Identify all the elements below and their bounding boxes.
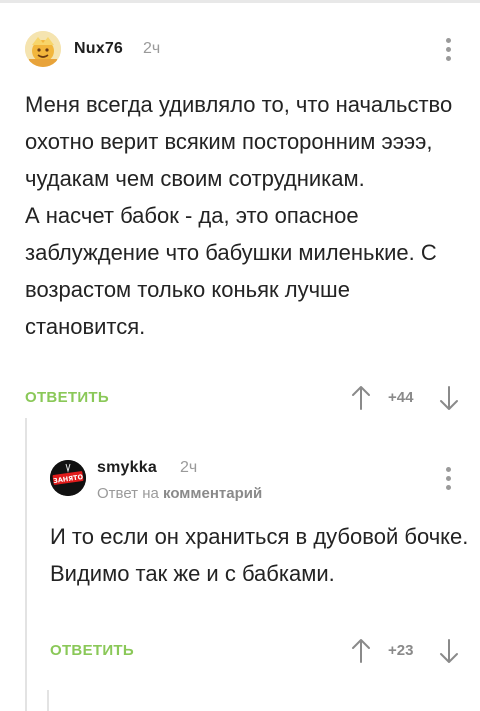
- top-divider: [0, 0, 480, 3]
- comment-paragraph: Меня всегда удивляло то, что начальство …: [25, 92, 453, 191]
- downvote-arrow-icon[interactable]: [438, 638, 460, 664]
- downvote-arrow-icon[interactable]: [438, 385, 460, 411]
- more-options-icon[interactable]: [441, 37, 455, 63]
- comment-username[interactable]: smykka: [97, 459, 157, 477]
- busy-sign-avatar-icon: ЗАНЯТО: [50, 460, 86, 496]
- comment-reply: ЗАНЯТО smykka 2ч Ответ на комментарий И …: [0, 445, 480, 675]
- reply-to-link[interactable]: комментарий: [163, 485, 262, 502]
- comment-rating: +23: [388, 642, 414, 659]
- upvote-arrow-icon[interactable]: [350, 638, 372, 664]
- comment-time: 2ч: [180, 459, 198, 476]
- comment-text: Меня всегда удивляло то, что начальство …: [25, 86, 465, 345]
- comment-paragraph: И то если он храниться в дубовой бочке.: [50, 524, 469, 549]
- comment: Nux76 2ч Меня всегда удивляло то, что на…: [0, 28, 480, 423]
- comment-paragraph: Видимо так же и с бабками.: [50, 561, 335, 586]
- comment-rating: +44: [388, 389, 414, 406]
- reply-to-info: Ответ на комментарий: [97, 485, 262, 502]
- user-avatar[interactable]: [25, 31, 61, 67]
- comment-text: И то если он храниться в дубовой бочке. …: [50, 518, 470, 592]
- smiling-sun-avatar-icon: [25, 31, 61, 67]
- reply-to-prefix: Ответ на: [97, 485, 159, 502]
- comment-paragraph: А насчет бабок - да, это опасное заблужд…: [25, 203, 437, 339]
- reply-button[interactable]: ОТВЕТИТЬ: [25, 389, 109, 406]
- thread-line: [47, 690, 49, 711]
- reply-button[interactable]: ОТВЕТИТЬ: [50, 642, 134, 659]
- comment-username[interactable]: Nux76: [74, 40, 123, 58]
- more-options-icon[interactable]: [441, 466, 455, 492]
- comment-time: 2ч: [143, 40, 161, 57]
- upvote-arrow-icon[interactable]: [350, 385, 372, 411]
- user-avatar[interactable]: ЗАНЯТО: [50, 460, 86, 496]
